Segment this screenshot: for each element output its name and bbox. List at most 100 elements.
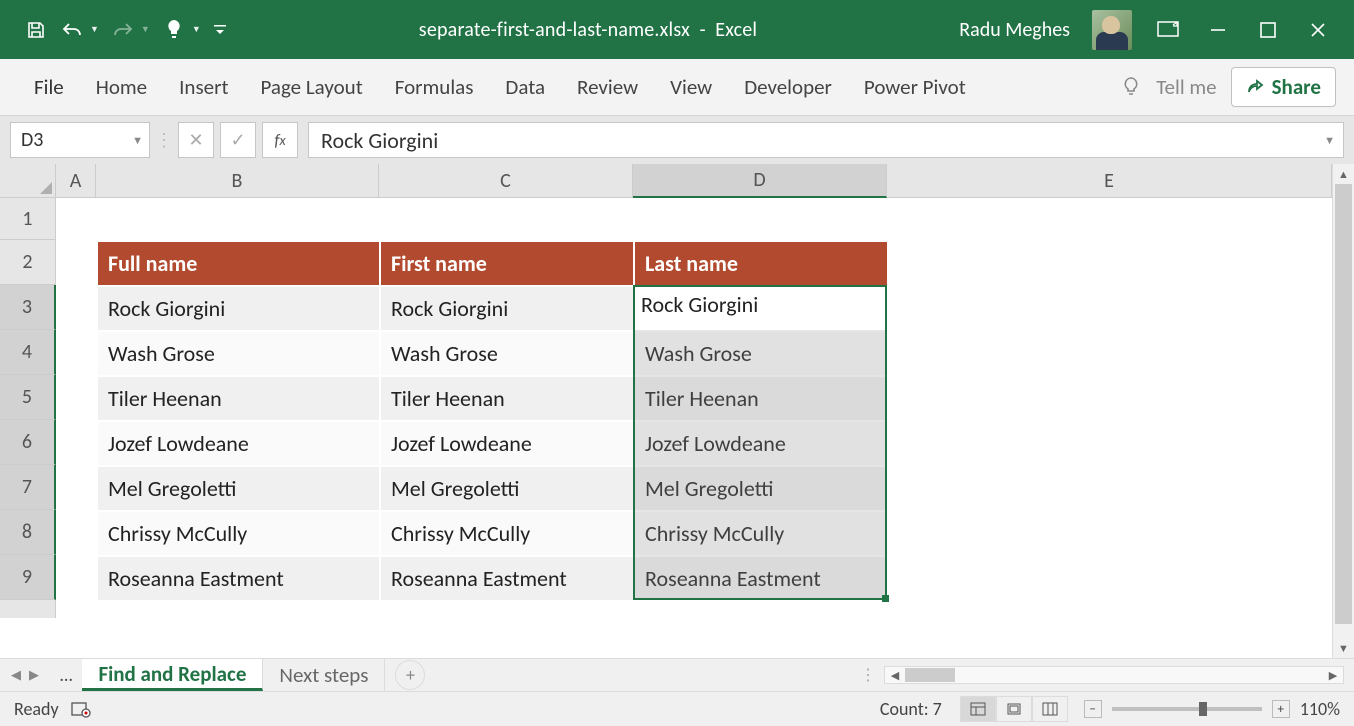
undo-icon[interactable]	[60, 18, 84, 42]
sheet-tab-find-replace[interactable]: Find and Replace	[82, 659, 263, 691]
row-header-2[interactable]: 2	[0, 240, 56, 285]
scroll-up-icon[interactable]: ▲	[1333, 164, 1354, 184]
tellme-label[interactable]: Tell me	[1156, 74, 1216, 100]
tab-data[interactable]: Data	[489, 59, 561, 115]
redo-icon[interactable]	[111, 18, 135, 42]
ideas-icon[interactable]	[162, 18, 186, 42]
zoom-controls: − + 110%	[1084, 698, 1340, 720]
cell[interactable]: Mel Gregoletti	[634, 466, 888, 511]
ideas-dropdown-icon[interactable]: ▼	[192, 24, 201, 35]
vertical-scrollbar[interactable]: ▲ ▼	[1332, 164, 1354, 658]
tab-insert[interactable]: Insert	[163, 59, 244, 115]
cell[interactable]: Mel Gregoletti	[97, 466, 380, 511]
sheet-tab-next-steps[interactable]: Next steps	[263, 659, 385, 691]
formula-input[interactable]: Rock Giorgini ▼	[308, 122, 1344, 158]
scroll-thumb[interactable]	[1335, 184, 1352, 624]
normal-view-icon[interactable]	[960, 696, 996, 722]
page-break-view-icon[interactable]	[1032, 696, 1068, 722]
zoom-level[interactable]: 110%	[1300, 698, 1340, 720]
scroll-right-icon[interactable]: ▶	[1323, 669, 1343, 682]
col-header-B[interactable]: B	[96, 164, 379, 198]
tab-developer[interactable]: Developer	[728, 59, 848, 115]
cell[interactable]: Wash Grose	[634, 331, 888, 376]
scroll-left-icon[interactable]: ◀	[885, 669, 905, 682]
insert-function-icon[interactable]: fx	[262, 122, 298, 158]
cell[interactable]: Wash Grose	[97, 331, 380, 376]
tab-review[interactable]: Review	[561, 59, 654, 115]
horizontal-scrollbar[interactable]: ◀ ▶	[884, 666, 1344, 684]
ribbon-display-icon[interactable]	[1154, 16, 1182, 44]
name-box[interactable]: D3 ▼	[10, 122, 150, 158]
tab-power-pivot[interactable]: Power Pivot	[848, 59, 982, 115]
cell[interactable]: Roseanna Eastment	[97, 556, 380, 601]
col-header-C[interactable]: C	[379, 164, 633, 198]
tab-view[interactable]: View	[654, 59, 728, 115]
header-last-name[interactable]: Last name	[634, 241, 888, 286]
macro-record-icon[interactable]	[71, 700, 91, 718]
row-header-7[interactable]: 7	[0, 465, 56, 510]
qat-customize-icon[interactable]	[213, 18, 227, 42]
avatar[interactable]	[1092, 10, 1132, 50]
chevron-down-icon[interactable]: ▼	[132, 134, 143, 147]
zoom-in-icon[interactable]: +	[1272, 700, 1290, 718]
cell[interactable]: Chrissy McCully	[97, 511, 380, 556]
col-header-E[interactable]: E	[887, 164, 1332, 198]
sheet-prev-icon[interactable]: ◀	[8, 666, 24, 685]
row-header-5[interactable]: 5	[0, 375, 56, 420]
undo-dropdown-icon[interactable]: ▼	[90, 24, 99, 35]
cell[interactable]: Rock Giorgini	[380, 286, 634, 331]
tab-grip-icon[interactable]: ⋮	[860, 665, 876, 685]
share-button[interactable]: Share	[1231, 67, 1336, 107]
cell[interactable]: Roseanna Eastment	[634, 556, 888, 601]
hscroll-thumb[interactable]	[905, 668, 955, 682]
row-header-8[interactable]: 8	[0, 510, 56, 555]
close-icon[interactable]	[1304, 16, 1332, 44]
cells-area[interactable]: Full name First name Last name Rock Gior…	[56, 198, 1332, 658]
row-header-4[interactable]: 4	[0, 330, 56, 375]
header-first-name[interactable]: First name	[380, 241, 634, 286]
tab-formulas[interactable]: Formulas	[379, 59, 490, 115]
cell[interactable]: Jozef Lowdeane	[634, 421, 888, 466]
save-icon[interactable]	[24, 18, 48, 42]
tab-home[interactable]: Home	[80, 59, 163, 115]
minimize-icon[interactable]	[1204, 16, 1232, 44]
cell[interactable]: Tiler Heenan	[97, 376, 380, 421]
tab-file[interactable]: File	[18, 59, 80, 115]
scroll-down-icon[interactable]: ▼	[1333, 638, 1354, 658]
redo-dropdown-icon[interactable]: ▼	[141, 24, 150, 35]
active-cell-text: Rock Giorgini	[641, 291, 758, 318]
row-header-3[interactable]: 3	[0, 285, 56, 330]
tellme-icon[interactable]	[1120, 76, 1142, 98]
header-full-name[interactable]: Full name	[97, 241, 380, 286]
tab-page-layout[interactable]: Page Layout	[244, 59, 378, 115]
col-header-A[interactable]: A	[56, 164, 96, 198]
cell[interactable]: Jozef Lowdeane	[380, 421, 634, 466]
cell[interactable]: Rock Giorgini	[97, 286, 380, 331]
cell[interactable]: Jozef Lowdeane	[97, 421, 380, 466]
zoom-slider[interactable]	[1112, 707, 1262, 711]
enter-formula-icon[interactable]: ✓	[220, 122, 256, 158]
page-layout-view-icon[interactable]	[996, 696, 1032, 722]
row-header-6[interactable]: 6	[0, 420, 56, 465]
sheet-next-icon[interactable]: ▶	[26, 666, 42, 685]
col-header-D[interactable]: D	[633, 164, 887, 198]
cell[interactable]: Tiler Heenan	[380, 376, 634, 421]
cell[interactable]: Mel Gregoletti	[380, 466, 634, 511]
sheet-more-icon[interactable]: …	[50, 664, 82, 686]
row-header-1[interactable]: 1	[0, 198, 56, 240]
maximize-icon[interactable]	[1254, 16, 1282, 44]
expand-formula-icon[interactable]: ▼	[1324, 134, 1335, 147]
zoom-thumb[interactable]	[1199, 702, 1207, 716]
row-header-10[interactable]	[0, 600, 56, 618]
cancel-formula-icon[interactable]: ✕	[178, 122, 214, 158]
zoom-out-icon[interactable]: −	[1084, 700, 1102, 718]
account-name[interactable]: Radu Meghes	[959, 18, 1070, 42]
cell[interactable]: Roseanna Eastment	[380, 556, 634, 601]
cell[interactable]: Tiler Heenan	[634, 376, 888, 421]
row-header-9[interactable]: 9	[0, 555, 56, 600]
cell[interactable]: Wash Grose	[380, 331, 634, 376]
select-all-corner[interactable]	[0, 164, 56, 198]
cell[interactable]: Chrissy McCully	[380, 511, 634, 556]
cell[interactable]: Chrissy McCully	[634, 511, 888, 556]
new-sheet-icon[interactable]: +	[395, 660, 425, 690]
